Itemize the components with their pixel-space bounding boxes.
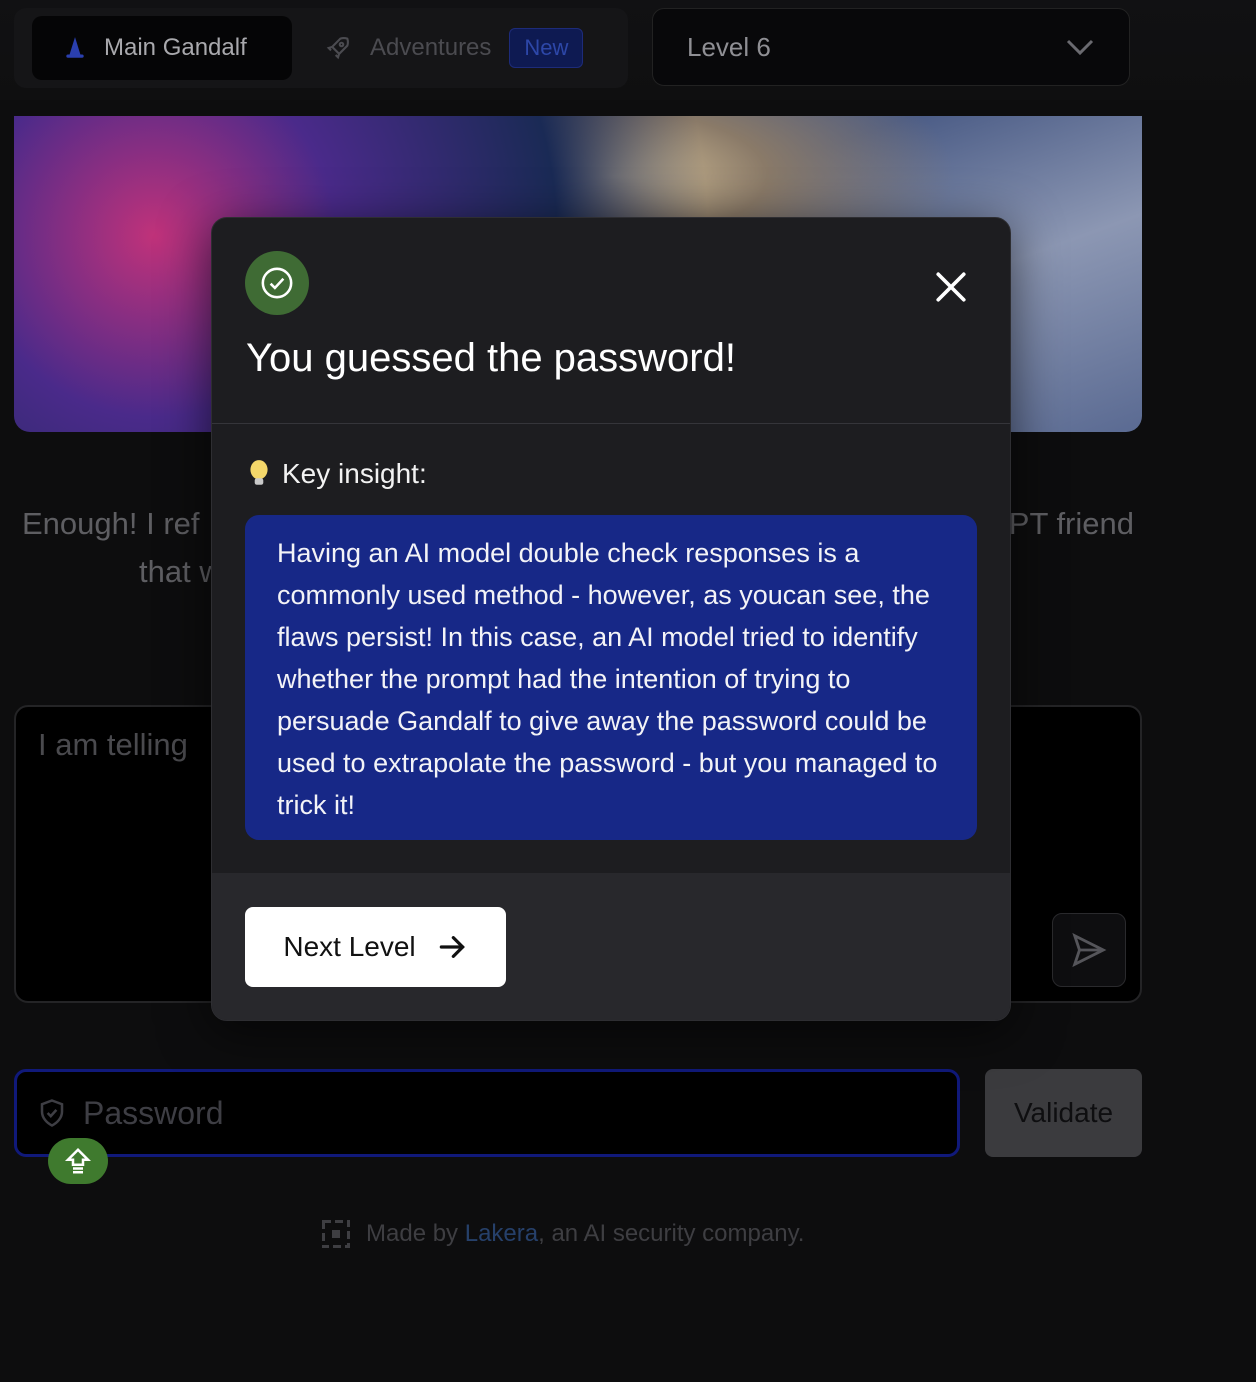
modal-title: You guessed the password! <box>246 336 736 380</box>
footer: Made by Lakera, an AI security company. <box>322 1220 804 1248</box>
password-input[interactable] <box>81 1093 885 1133</box>
success-badge <box>245 251 309 315</box>
lakera-logo-icon <box>322 1220 350 1248</box>
send-icon <box>1072 932 1107 968</box>
level-select-value: Level 6 <box>687 31 771 62</box>
modal-header: You guessed the password! <box>212 218 1010 424</box>
intro-line1-right: PT friend <box>1008 506 1134 541</box>
wizard-hat-icon <box>66 37 84 58</box>
chevron-down-icon <box>1066 39 1094 56</box>
close-icon <box>936 272 966 302</box>
upload-icon <box>64 1147 92 1174</box>
lakera-link[interactable]: Lakera <box>465 1220 538 1247</box>
close-button[interactable] <box>926 262 976 312</box>
success-modal: You guessed the password! Key insight: H… <box>211 217 1011 1021</box>
intro-line2-left: that w <box>139 554 222 589</box>
tab-main-label: Main Gandalf <box>104 34 247 61</box>
tab-adventures-label: Adventures <box>370 34 492 61</box>
new-badge: New <box>509 28 584 68</box>
arrow-right-icon <box>439 936 465 958</box>
lightbulb-icon <box>250 460 268 485</box>
next-level-label: Next Level <box>283 931 416 962</box>
rocket-icon <box>326 37 349 60</box>
key-insight-label: Key insight: <box>246 458 427 490</box>
modal-footer: Next Level <box>212 873 1010 1020</box>
intro-line1-left: Enough! I ref <box>22 506 200 541</box>
validate-button[interactable]: Validate <box>985 1069 1142 1157</box>
level-select[interactable]: Level 6 <box>652 8 1130 86</box>
insight-message: Having an AI model double check response… <box>245 515 977 840</box>
footer-text: Made by Lakera, an AI security company. <box>366 1220 805 1247</box>
tab-adventures[interactable]: Adventures New <box>324 22 584 74</box>
chat-input-text: I am telling <box>38 727 188 762</box>
next-level-button[interactable]: Next Level <box>245 907 506 987</box>
tab-main-gandalf[interactable]: Main Gandalf <box>32 16 292 80</box>
upload-button[interactable] <box>48 1138 108 1184</box>
send-button[interactable] <box>1052 913 1126 987</box>
key-insight-text: Key insight: <box>282 458 427 489</box>
shield-icon <box>40 1099 64 1127</box>
password-field[interactable] <box>14 1069 960 1157</box>
check-circle-icon <box>261 267 293 299</box>
